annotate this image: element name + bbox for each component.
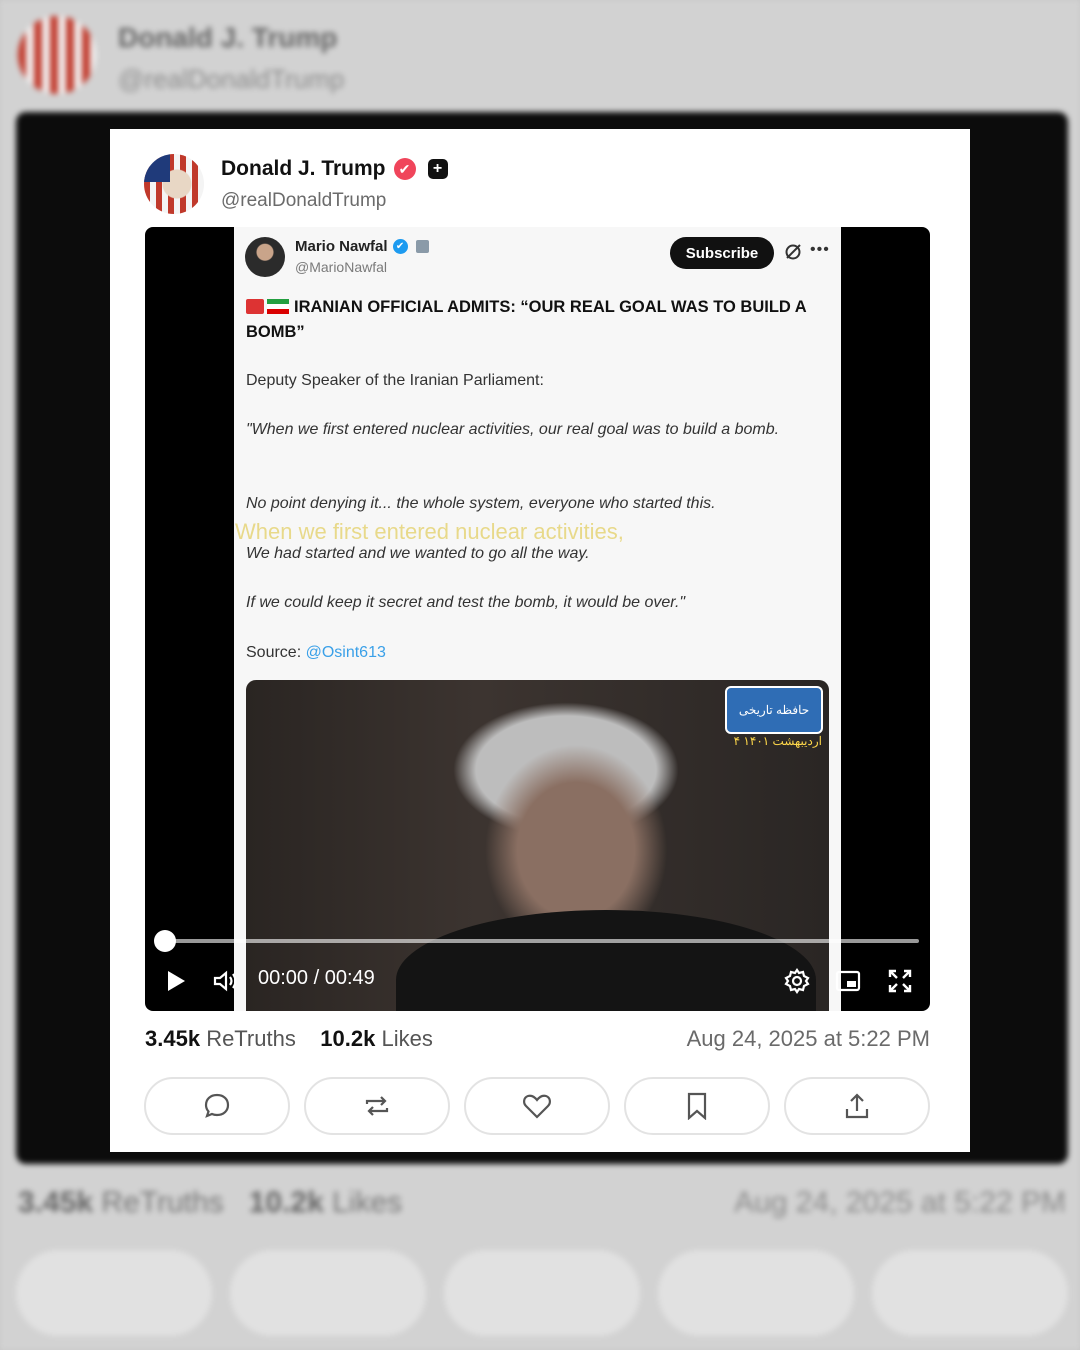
- embedded-paragraph: We had started and we wanted to go all t…: [246, 545, 590, 562]
- video-time: 00:00 / 00:49: [258, 967, 375, 989]
- retruth-icon: [365, 1096, 389, 1116]
- share-button[interactable]: [784, 1077, 930, 1135]
- plus-badge-icon: +: [427, 159, 448, 179]
- embedded-avatar: [245, 237, 285, 277]
- video-progress-bar[interactable]: [165, 939, 919, 943]
- post-stats: 3.45k ReTruths 10.2k Likes: [145, 1026, 433, 1052]
- share-icon: [845, 1093, 869, 1119]
- affiliate-badge-icon: [415, 240, 429, 253]
- reply-button[interactable]: [144, 1077, 290, 1135]
- embedded-video-frame: حافظه تاریخی ۴ اردیبهشت ۱۴۰۱: [246, 680, 829, 1011]
- verified-badge-icon: ✔: [393, 158, 416, 180]
- like-button[interactable]: [464, 1077, 610, 1135]
- avatar[interactable]: [144, 154, 204, 214]
- action-bar: [144, 1077, 930, 1135]
- embedded-paragraph: "When we first entered nuclear activitie…: [246, 421, 780, 438]
- background-stats: 3.45k ReTruths 10.2k Likes: [18, 1186, 403, 1219]
- author-name-row: Donald J. Trump ✔ +: [221, 157, 448, 181]
- embedded-source: Source: @Osint613: [246, 641, 831, 665]
- video-subtitle: When we first entered nuclear activities…: [235, 519, 624, 544]
- author-handle[interactable]: @realDonaldTrump: [221, 190, 386, 212]
- volume-icon[interactable]: [211, 965, 241, 997]
- background-button: [16, 1250, 212, 1336]
- bookmark-button[interactable]: [624, 1077, 770, 1135]
- heart-icon: [523, 1094, 551, 1119]
- source-label: Source:: [246, 644, 302, 661]
- play-icon[interactable]: [163, 965, 189, 997]
- retruths-label[interactable]: ReTruths: [206, 1026, 296, 1051]
- embedded-name-row: Mario Nawfal ✔: [295, 238, 429, 255]
- iran-flag-icon: [267, 299, 289, 314]
- source-link: @Osint613: [305, 644, 386, 661]
- grok-icon: [785, 244, 801, 260]
- speaker-figure: [396, 910, 816, 1011]
- likes-label[interactable]: Likes: [381, 1026, 432, 1051]
- blue-check-icon: ✔: [392, 239, 408, 254]
- author-name[interactable]: Donald J. Trump: [221, 157, 386, 181]
- siren-icon: [246, 299, 264, 314]
- channel-logo: حافظه تاریخی: [725, 686, 823, 734]
- background-button: [230, 1250, 426, 1336]
- embedded-author-name: Mario Nawfal: [295, 238, 388, 255]
- post-card: Donald J. Trump ✔ + @realDonaldTrump Mar…: [110, 129, 970, 1152]
- headline-text: IRANIAN OFFICIAL ADMITS: “OUR REAL GOAL …: [246, 298, 807, 341]
- channel-logo-date: ۴ اردیبهشت ۱۴۰۱: [733, 734, 822, 748]
- background-date: Aug 24, 2025 at 5:22 PM: [734, 1186, 1066, 1219]
- video-scrubber[interactable]: [154, 930, 176, 952]
- likes-count[interactable]: 10.2k: [320, 1026, 375, 1051]
- background-button: [444, 1250, 640, 1336]
- embedded-author-handle: @MarioNawfal: [295, 259, 388, 275]
- more-icon: •••: [810, 241, 830, 258]
- retruths-count[interactable]: 3.45k: [145, 1026, 200, 1051]
- reply-icon: [204, 1093, 230, 1118]
- settings-icon[interactable]: [783, 965, 811, 997]
- post-date[interactable]: Aug 24, 2025 at 5:22 PM: [687, 1026, 930, 1052]
- embedded-post-screenshot: Mario Nawfal ✔ @MarioNawfal Subscribe ••…: [234, 227, 841, 1011]
- embedded-headline: IRANIAN OFFICIAL ADMITS: “OUR REAL GOAL …: [246, 295, 836, 345]
- background-avatar: [18, 16, 96, 94]
- retruth-button[interactable]: [304, 1077, 450, 1135]
- embedded-paragraph: If we could keep it secret and test the …: [246, 594, 686, 611]
- background-author-name: Donald J. Trump: [118, 22, 338, 53]
- background-button: [658, 1250, 854, 1336]
- bookmark-icon: [687, 1092, 707, 1120]
- picture-in-picture-icon[interactable]: [833, 965, 863, 997]
- embedded-paragraph: No point denying it... the whole system,…: [246, 495, 716, 512]
- video-player[interactable]: Mario Nawfal ✔ @MarioNawfal Subscribe ••…: [145, 227, 930, 1011]
- subscribe-button: Subscribe: [670, 237, 774, 269]
- background-author-handle: @realDonaldTrump: [118, 64, 345, 94]
- embedded-paragraph: Deputy Speaker of the Iranian Parliament…: [246, 372, 544, 389]
- fullscreen-icon[interactable]: [885, 965, 915, 997]
- background-button: [872, 1250, 1068, 1336]
